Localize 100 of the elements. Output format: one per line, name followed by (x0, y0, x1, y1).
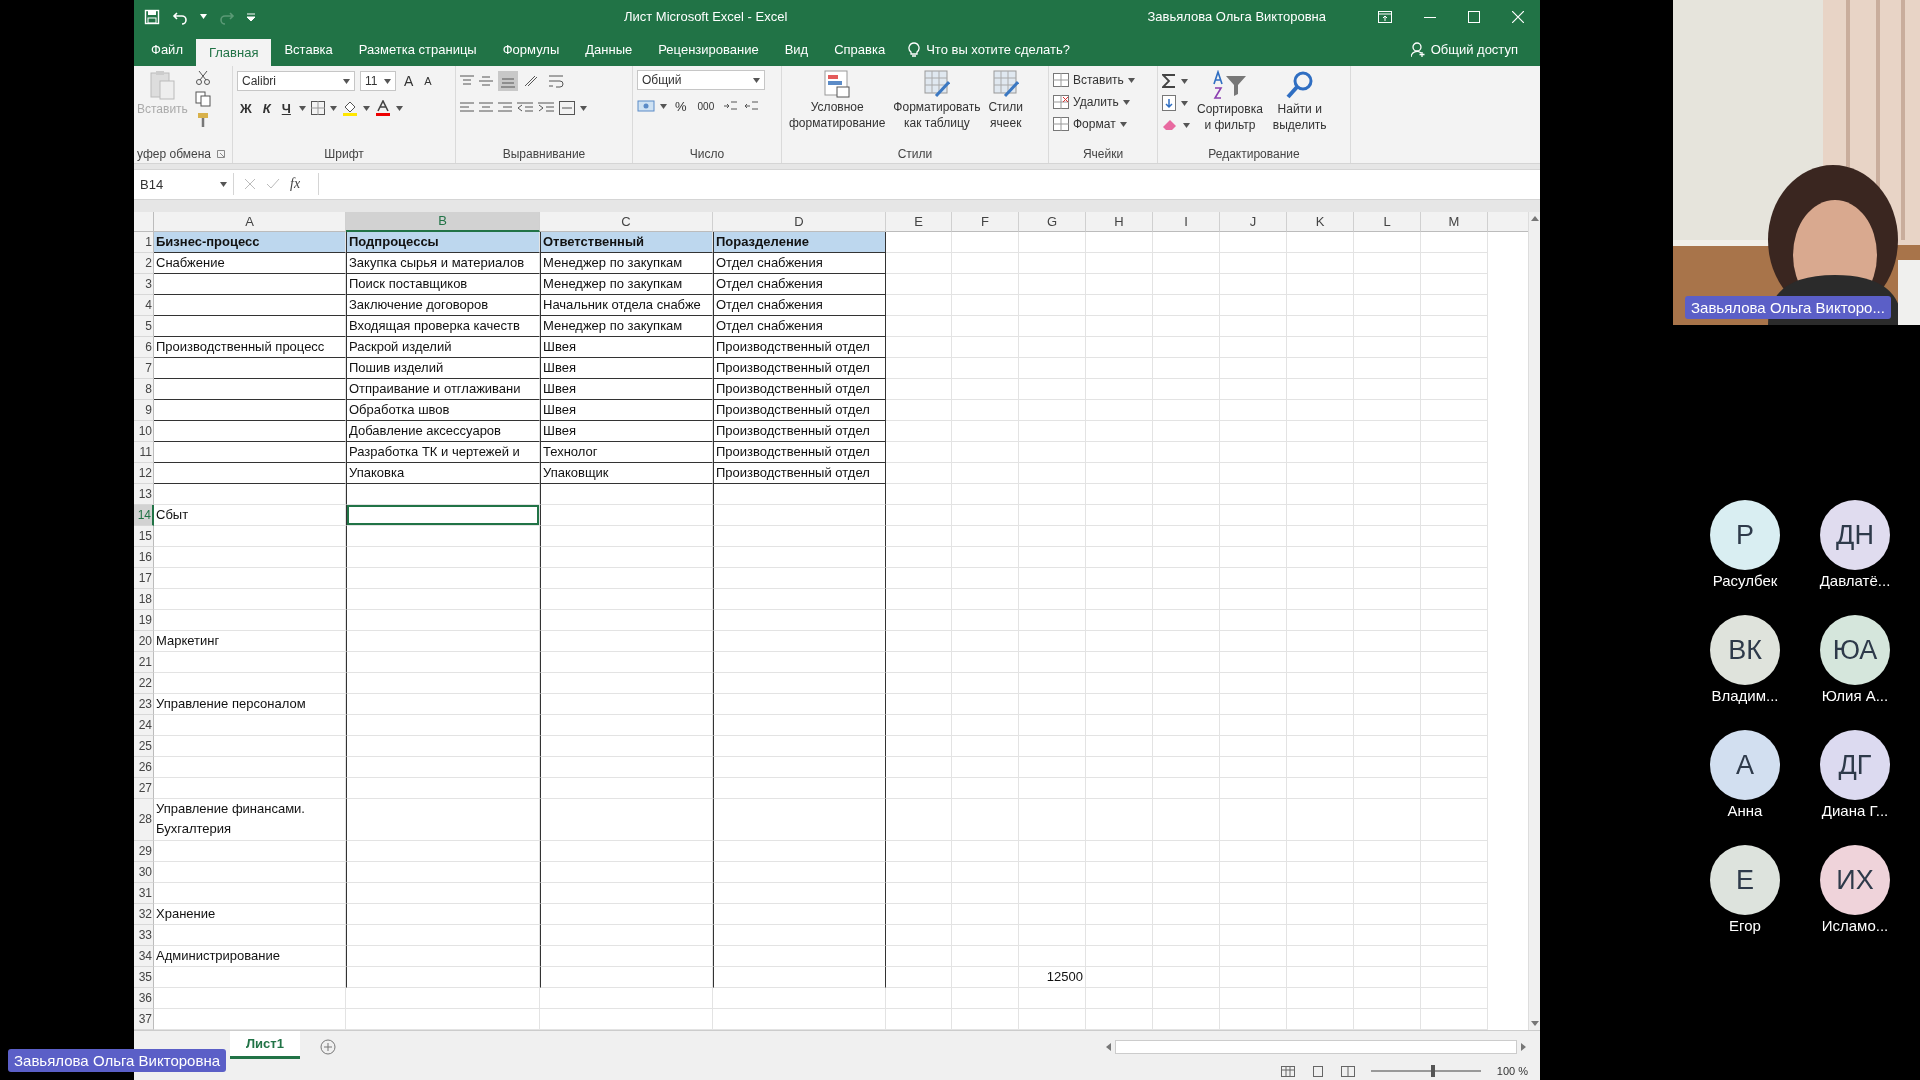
row-header[interactable]: 6 (134, 336, 154, 358)
fill-down-icon[interactable] (1162, 95, 1176, 112)
add-sheet-icon[interactable] (319, 1038, 336, 1055)
underline-button[interactable]: Ч (278, 100, 294, 116)
caret-icon[interactable] (384, 78, 391, 84)
row-header[interactable]: 31 (134, 882, 154, 904)
share-button[interactable]: Общий доступ (1404, 33, 1524, 67)
column-header[interactable]: F (952, 211, 1019, 232)
font-color-icon[interactable] (374, 100, 391, 117)
maximize-icon[interactable] (1468, 10, 1480, 23)
row-header[interactable]: 16 (134, 546, 154, 568)
avatar[interactable]: Е (1710, 845, 1780, 915)
percent-button[interactable]: % (672, 98, 690, 114)
caret-icon[interactable] (362, 105, 370, 111)
column-header[interactable]: E (886, 211, 952, 232)
fill-color-icon[interactable] (341, 100, 358, 117)
customize-icon[interactable] (247, 12, 255, 21)
column-header[interactable]: L (1354, 211, 1421, 232)
row-header[interactable]: 29 (134, 840, 154, 862)
page-layout-icon[interactable] (1310, 1065, 1325, 1077)
caret-icon[interactable] (1183, 122, 1190, 128)
caret-icon[interactable] (1119, 121, 1127, 127)
row-header[interactable]: 20 (134, 630, 154, 652)
borders-icon[interactable] (310, 101, 325, 116)
row-header[interactable]: 37 (134, 1008, 154, 1030)
zoom-level[interactable]: 100 % (1496, 1065, 1528, 1078)
ribbon-tab[interactable]: Данные (572, 33, 646, 67)
horizontal-scrollbar[interactable] (1106, 1039, 1526, 1054)
style-button[interactable]: Форматировать как таблицу (890, 70, 984, 131)
row-header[interactable]: 30 (134, 861, 154, 883)
thousands-button[interactable]: 000 (694, 100, 718, 112)
row-header[interactable]: 27 (134, 777, 154, 799)
caret-icon[interactable] (298, 105, 306, 111)
number-format-field[interactable]: Общий (637, 70, 765, 91)
row-header[interactable]: 17 (134, 567, 154, 589)
row-header[interactable]: 11 (134, 441, 154, 463)
bold-button[interactable]: Ж (237, 100, 255, 116)
ribbon-tab[interactable]: Вид (771, 33, 822, 67)
align-bottom-icon[interactable] (498, 71, 518, 92)
ribbon-tab[interactable]: Рецензирование (645, 33, 772, 67)
scroll-left-icon[interactable] (1106, 1042, 1111, 1051)
row-header[interactable]: 9 (134, 399, 154, 421)
column-header[interactable]: K (1287, 211, 1354, 232)
grow-font-button[interactable]: A (401, 73, 417, 90)
column-header[interactable]: D (713, 211, 886, 232)
row-header[interactable]: 24 (134, 714, 154, 736)
row-header[interactable]: 15 (134, 525, 154, 547)
avatar[interactable]: ВК (1710, 615, 1780, 685)
row-header[interactable]: 3 (134, 273, 154, 295)
vertical-scrollbar[interactable] (1528, 211, 1540, 1030)
row-header[interactable]: 36 (134, 987, 154, 1009)
close-icon[interactable] (1512, 10, 1524, 23)
cells-button[interactable]: Удалить (1053, 92, 1153, 113)
column-header[interactable]: C (540, 211, 713, 232)
avatar[interactable]: ИХ (1820, 845, 1890, 915)
font-field[interactable]: Calibri (237, 71, 355, 92)
column-header[interactable]: M (1421, 211, 1488, 232)
row-header[interactable]: 18 (134, 588, 154, 610)
row-header[interactable]: 10 (134, 420, 154, 442)
ribbon-display-icon[interactable] (1378, 10, 1392, 23)
column-header[interactable]: B (346, 211, 540, 232)
insert-function-button[interactable]: fx (290, 176, 301, 193)
tell-me-field[interactable]: Что вы хотите сделать? (908, 33, 1405, 67)
row-header[interactable]: 12 (134, 462, 154, 484)
caret-icon[interactable] (660, 103, 667, 109)
name-box[interactable]: B14 (134, 173, 234, 196)
find-button[interactable]: Найти и выделить (1269, 70, 1330, 133)
eraser-icon[interactable] (1162, 119, 1178, 132)
avatar[interactable]: ДГ (1820, 730, 1890, 800)
column-header[interactable]: A (154, 211, 346, 232)
row-header[interactable]: 33 (134, 924, 154, 946)
copy-icon[interactable] (194, 91, 211, 108)
sheet-tab[interactable]: Лист1 (230, 1030, 300, 1059)
cells-button[interactable]: Вставить (1053, 70, 1153, 91)
avatar[interactable]: Р (1710, 500, 1780, 570)
row-header[interactable]: 7 (134, 357, 154, 379)
ribbon-tab[interactable]: Файл (138, 33, 196, 67)
caret-icon[interactable] (753, 77, 760, 83)
row-header[interactable]: 35 (134, 966, 154, 988)
selected-cell[interactable] (346, 504, 540, 526)
cells-button[interactable]: Формат (1053, 114, 1153, 135)
caret-icon[interactable] (580, 105, 587, 111)
page-break-icon[interactable] (1340, 1065, 1355, 1077)
ribbon-tab[interactable]: Главная (195, 39, 272, 67)
row-header[interactable]: 13 (134, 483, 154, 505)
caret-icon[interactable] (1122, 99, 1130, 105)
row-header[interactable]: 21 (134, 651, 154, 673)
ribbon-tab[interactable]: Вставка (271, 33, 346, 67)
currency-icon[interactable] (637, 99, 655, 114)
dialog-launcher-icon[interactable] (216, 149, 225, 158)
caret-icon[interactable] (200, 14, 207, 20)
increase-indent-icon[interactable] (538, 102, 554, 115)
ribbon-tab[interactable]: Формулы (489, 33, 573, 67)
avatar[interactable]: ДН (1820, 500, 1890, 570)
font-size-field[interactable]: 11 (360, 71, 396, 92)
row-header[interactable]: 5 (134, 315, 154, 337)
italic-button[interactable]: К (259, 100, 274, 116)
column-header[interactable]: J (1220, 211, 1287, 232)
caret-icon[interactable] (220, 181, 227, 187)
row-header[interactable]: 32 (134, 903, 154, 925)
